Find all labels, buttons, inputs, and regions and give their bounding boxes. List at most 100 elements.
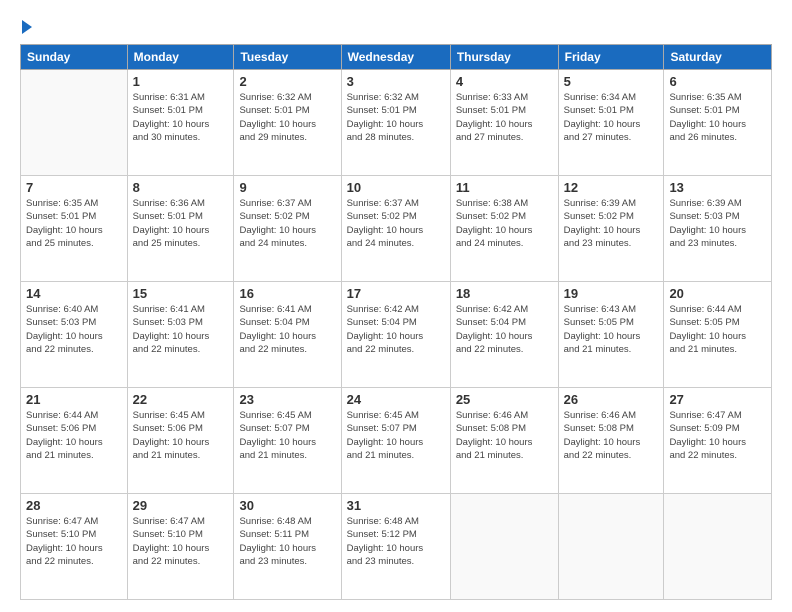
day-info: Sunrise: 6:35 AM Sunset: 5:01 PM Dayligh…: [26, 197, 122, 250]
calendar-cell: 8 Sunrise: 6:36 AM Sunset: 5:01 PM Daylig…: [127, 176, 234, 282]
calendar-cell: 21 Sunrise: 6:44 AM Sunset: 5:06 PM Dayli…: [21, 388, 128, 494]
day-info: Sunrise: 6:37 AM Sunset: 5:02 PM Dayligh…: [239, 197, 335, 250]
calendar-header-friday: Friday: [558, 45, 664, 70]
calendar-header-row: SundayMondayTuesdayWednesdayThursdayFrid…: [21, 45, 772, 70]
calendar: SundayMondayTuesdayWednesdayThursdayFrid…: [20, 44, 772, 600]
calendar-cell: 2 Sunrise: 6:32 AM Sunset: 5:01 PM Daylig…: [234, 70, 341, 176]
day-number: 23: [239, 392, 335, 407]
day-number: 4: [456, 74, 553, 89]
day-info: Sunrise: 6:41 AM Sunset: 5:04 PM Dayligh…: [239, 303, 335, 356]
calendar-cell: 24 Sunrise: 6:45 AM Sunset: 5:07 PM Dayli…: [341, 388, 450, 494]
day-info: Sunrise: 6:47 AM Sunset: 5:10 PM Dayligh…: [133, 515, 229, 568]
day-info: Sunrise: 6:39 AM Sunset: 5:02 PM Dayligh…: [564, 197, 659, 250]
day-info: Sunrise: 6:32 AM Sunset: 5:01 PM Dayligh…: [347, 91, 445, 144]
day-info: Sunrise: 6:45 AM Sunset: 5:06 PM Dayligh…: [133, 409, 229, 462]
day-number: 9: [239, 180, 335, 195]
day-number: 21: [26, 392, 122, 407]
day-info: Sunrise: 6:42 AM Sunset: 5:04 PM Dayligh…: [456, 303, 553, 356]
calendar-cell: [21, 70, 128, 176]
day-number: 14: [26, 286, 122, 301]
day-number: 19: [564, 286, 659, 301]
day-number: 2: [239, 74, 335, 89]
day-info: Sunrise: 6:43 AM Sunset: 5:05 PM Dayligh…: [564, 303, 659, 356]
calendar-week-1: 1 Sunrise: 6:31 AM Sunset: 5:01 PM Daylig…: [21, 70, 772, 176]
day-number: 24: [347, 392, 445, 407]
day-info: Sunrise: 6:48 AM Sunset: 5:11 PM Dayligh…: [239, 515, 335, 568]
calendar-cell: 18 Sunrise: 6:42 AM Sunset: 5:04 PM Dayli…: [450, 282, 558, 388]
day-info: Sunrise: 6:46 AM Sunset: 5:08 PM Dayligh…: [456, 409, 553, 462]
day-number: 22: [133, 392, 229, 407]
day-number: 15: [133, 286, 229, 301]
day-info: Sunrise: 6:45 AM Sunset: 5:07 PM Dayligh…: [347, 409, 445, 462]
day-info: Sunrise: 6:38 AM Sunset: 5:02 PM Dayligh…: [456, 197, 553, 250]
calendar-cell: 28 Sunrise: 6:47 AM Sunset: 5:10 PM Dayli…: [21, 494, 128, 600]
day-number: 16: [239, 286, 335, 301]
day-number: 18: [456, 286, 553, 301]
header: [20, 18, 772, 34]
calendar-cell: 27 Sunrise: 6:47 AM Sunset: 5:09 PM Dayli…: [664, 388, 772, 494]
logo-text: [20, 18, 32, 34]
calendar-cell: 29 Sunrise: 6:47 AM Sunset: 5:10 PM Dayli…: [127, 494, 234, 600]
calendar-cell: 15Sunrise: 6:41 AM Sunset: 5:03 PM Dayli…: [127, 282, 234, 388]
day-number: 6: [669, 74, 766, 89]
calendar-cell: [558, 494, 664, 600]
day-info: Sunrise: 6:36 AM Sunset: 5:01 PM Dayligh…: [133, 197, 229, 250]
calendar-cell: 31Sunrise: 6:48 AM Sunset: 5:12 PM Dayli…: [341, 494, 450, 600]
day-number: 3: [347, 74, 445, 89]
day-number: 10: [347, 180, 445, 195]
calendar-week-3: 14 Sunrise: 6:40 AM Sunset: 5:03 PM Dayli…: [21, 282, 772, 388]
calendar-cell: [664, 494, 772, 600]
day-info: Sunrise: 6:46 AM Sunset: 5:08 PM Dayligh…: [564, 409, 659, 462]
calendar-cell: 1 Sunrise: 6:31 AM Sunset: 5:01 PM Daylig…: [127, 70, 234, 176]
day-info: Sunrise: 6:31 AM Sunset: 5:01 PM Dayligh…: [133, 91, 229, 144]
day-info: Sunrise: 6:44 AM Sunset: 5:06 PM Dayligh…: [26, 409, 122, 462]
calendar-cell: 13Sunrise: 6:39 AM Sunset: 5:03 PM Dayli…: [664, 176, 772, 282]
day-number: 28: [26, 498, 122, 513]
day-number: 30: [239, 498, 335, 513]
day-number: 27: [669, 392, 766, 407]
calendar-cell: 3 Sunrise: 6:32 AM Sunset: 5:01 PM Daylig…: [341, 70, 450, 176]
calendar-header-tuesday: Tuesday: [234, 45, 341, 70]
day-number: 20: [669, 286, 766, 301]
calendar-cell: 14 Sunrise: 6:40 AM Sunset: 5:03 PM Dayli…: [21, 282, 128, 388]
calendar-cell: 23 Sunrise: 6:45 AM Sunset: 5:07 PM Dayli…: [234, 388, 341, 494]
day-info: Sunrise: 6:47 AM Sunset: 5:09 PM Dayligh…: [669, 409, 766, 462]
day-info: Sunrise: 6:45 AM Sunset: 5:07 PM Dayligh…: [239, 409, 335, 462]
day-info: Sunrise: 6:35 AM Sunset: 5:01 PM Dayligh…: [669, 91, 766, 144]
calendar-cell: 4 Sunrise: 6:33 AM Sunset: 5:01 PM Daylig…: [450, 70, 558, 176]
day-info: Sunrise: 6:33 AM Sunset: 5:01 PM Dayligh…: [456, 91, 553, 144]
calendar-cell: 10Sunrise: 6:37 AM Sunset: 5:02 PM Dayli…: [341, 176, 450, 282]
day-number: 25: [456, 392, 553, 407]
calendar-header-monday: Monday: [127, 45, 234, 70]
calendar-cell: 11Sunrise: 6:38 AM Sunset: 5:02 PM Dayli…: [450, 176, 558, 282]
calendar-week-4: 21 Sunrise: 6:44 AM Sunset: 5:06 PM Dayli…: [21, 388, 772, 494]
calendar-cell: 26 Sunrise: 6:46 AM Sunset: 5:08 PM Dayli…: [558, 388, 664, 494]
day-info: Sunrise: 6:40 AM Sunset: 5:03 PM Dayligh…: [26, 303, 122, 356]
day-number: 1: [133, 74, 229, 89]
calendar-cell: 7Sunrise: 6:35 AM Sunset: 5:01 PM Daylig…: [21, 176, 128, 282]
day-info: Sunrise: 6:32 AM Sunset: 5:01 PM Dayligh…: [239, 91, 335, 144]
calendar-cell: 16 Sunrise: 6:41 AM Sunset: 5:04 PM Dayli…: [234, 282, 341, 388]
calendar-header-wednesday: Wednesday: [341, 45, 450, 70]
day-number: 29: [133, 498, 229, 513]
day-number: 12: [564, 180, 659, 195]
calendar-week-5: 28 Sunrise: 6:47 AM Sunset: 5:10 PM Dayli…: [21, 494, 772, 600]
calendar-cell: 20 Sunrise: 6:44 AM Sunset: 5:05 PM Dayli…: [664, 282, 772, 388]
calendar-week-2: 7Sunrise: 6:35 AM Sunset: 5:01 PM Daylig…: [21, 176, 772, 282]
page: SundayMondayTuesdayWednesdayThursdayFrid…: [0, 0, 792, 612]
calendar-cell: 22 Sunrise: 6:45 AM Sunset: 5:06 PM Dayli…: [127, 388, 234, 494]
calendar-header-saturday: Saturday: [664, 45, 772, 70]
day-number: 13: [669, 180, 766, 195]
day-number: 17: [347, 286, 445, 301]
day-info: Sunrise: 6:44 AM Sunset: 5:05 PM Dayligh…: [669, 303, 766, 356]
calendar-cell: 5Sunrise: 6:34 AM Sunset: 5:01 PM Daylig…: [558, 70, 664, 176]
day-number: 8: [133, 180, 229, 195]
day-info: Sunrise: 6:47 AM Sunset: 5:10 PM Dayligh…: [26, 515, 122, 568]
calendar-header-sunday: Sunday: [21, 45, 128, 70]
logo: [20, 18, 32, 34]
calendar-cell: [450, 494, 558, 600]
calendar-cell: 12 Sunrise: 6:39 AM Sunset: 5:02 PM Dayli…: [558, 176, 664, 282]
calendar-cell: 30 Sunrise: 6:48 AM Sunset: 5:11 PM Dayli…: [234, 494, 341, 600]
day-number: 26: [564, 392, 659, 407]
day-info: Sunrise: 6:48 AM Sunset: 5:12 PM Dayligh…: [347, 515, 445, 568]
